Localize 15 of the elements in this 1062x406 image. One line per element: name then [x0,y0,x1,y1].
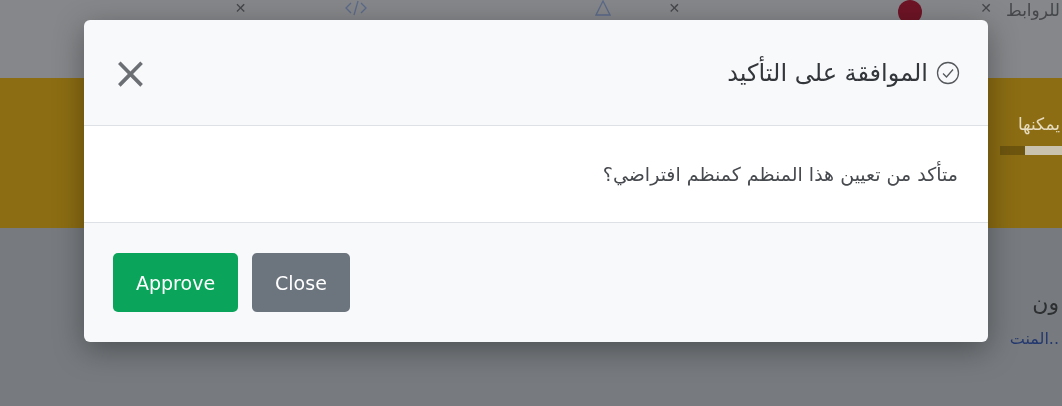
toolbar-text: للروابط [1006,0,1060,20]
banner-text: يمكنها [1017,114,1060,134]
close-icon[interactable]: ✕ [668,0,681,16]
close-button[interactable]: × [112,50,149,95]
check-circle-icon [936,60,960,85]
close-button[interactable]: Close [252,253,350,312]
approve-button[interactable]: Approve [113,253,239,312]
dialog-title: الموافقة على التأكيد [727,58,928,87]
section-heading: ون [1032,290,1059,315]
code-icon [344,0,367,16]
warning-icon [594,0,611,16]
close-icon[interactable]: ✕ [980,0,992,16]
dialog-message: متأكد من تعيين هذا المنظم كمنظم افتراضي؟ [602,163,958,185]
product-link[interactable]: المنت.. [1009,329,1059,348]
close-icon[interactable]: ✕ [234,0,247,16]
